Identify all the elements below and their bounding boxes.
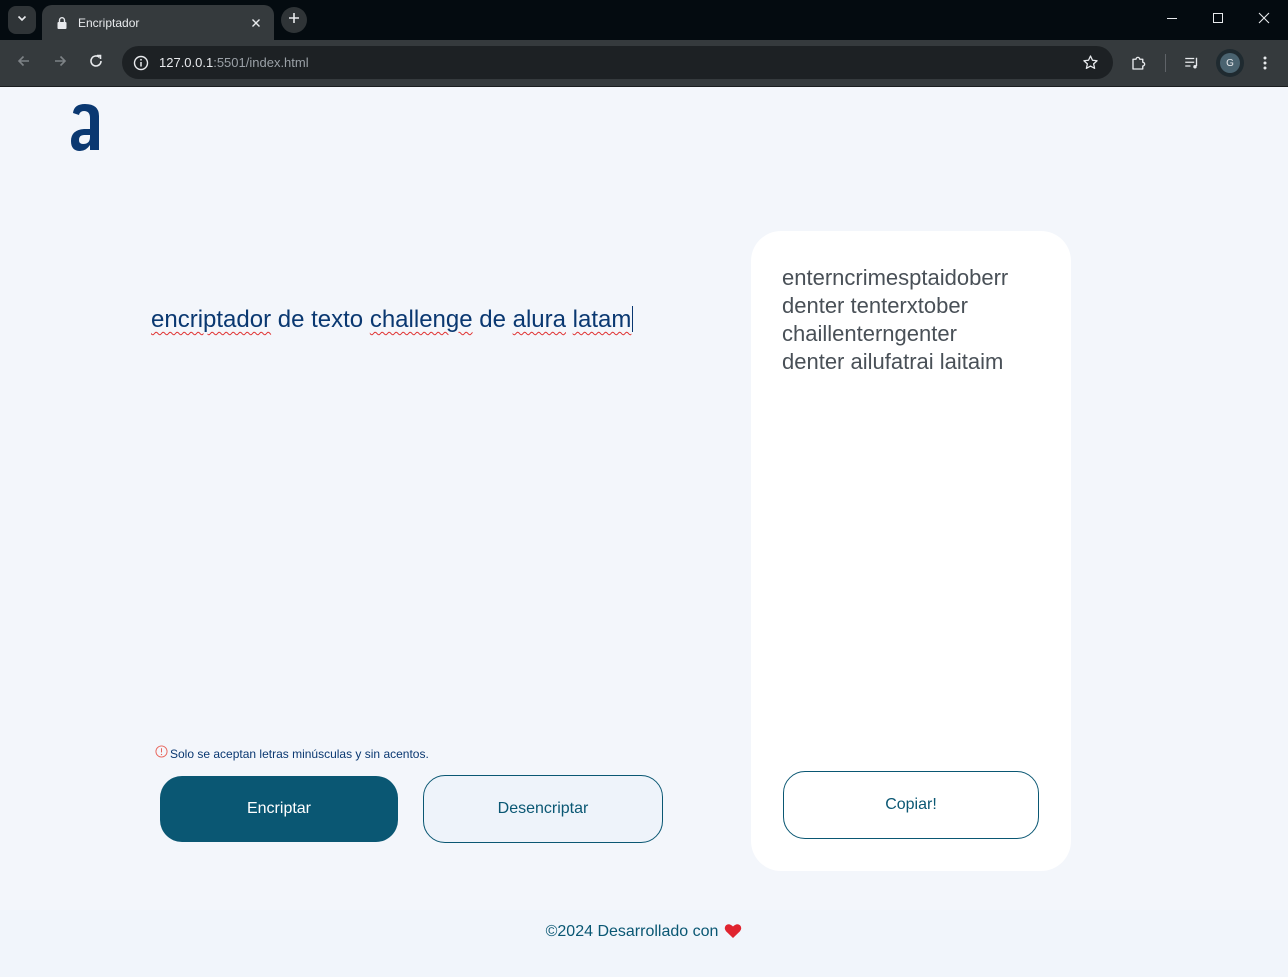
tab-search-button[interactable] <box>8 6 36 34</box>
chevron-down-icon <box>16 11 28 29</box>
plus-icon <box>288 11 300 29</box>
input-word: de <box>277 306 305 333</box>
arrow-right-icon <box>52 53 68 74</box>
result-line: denter tenterxtober <box>782 293 968 318</box>
input-word: alura <box>512 306 566 333</box>
url-host: 127.0.0.1 <box>159 55 214 70</box>
footer-text: ©2024 Desarrollado con <box>546 923 743 941</box>
result-line: chaillenterngenter <box>782 321 957 346</box>
close-icon[interactable] <box>248 15 264 31</box>
result-line: enterncrimesptaidoberr <box>782 265 1009 290</box>
star-icon[interactable] <box>1081 53 1099 71</box>
maximize-button[interactable] <box>1195 0 1241 40</box>
reload-icon <box>88 53 104 74</box>
browser-tab[interactable]: Encriptador <box>42 5 274 40</box>
profile-avatar[interactable]: G <box>1216 49 1244 77</box>
input-word: texto <box>311 306 364 333</box>
copy-button[interactable]: Copiar! <box>783 771 1039 839</box>
url-path: :5501/index.html <box>213 55 309 70</box>
text-input[interactable]: encriptador de texto challenge de alura … <box>151 306 634 334</box>
close-window-button[interactable] <box>1241 0 1287 40</box>
back-button[interactable] <box>10 49 38 77</box>
toolbar-separator <box>1165 54 1166 72</box>
alert-circle-icon <box>154 744 168 758</box>
kebab-menu-icon[interactable] <box>1253 51 1277 75</box>
encrypt-button[interactable]: Encriptar <box>160 776 398 842</box>
url-text: 127.0.0.1:5501/index.html <box>159 55 309 70</box>
result-line: denter ailufatrai laitaim <box>782 349 1004 374</box>
browser-titlebar: Encriptador <box>0 0 1288 40</box>
input-word: challenge <box>369 306 473 333</box>
close-icon <box>1258 11 1270 29</box>
forward-button[interactable] <box>46 49 74 77</box>
info-icon[interactable] <box>132 54 150 72</box>
hint-text: Solo se aceptan letras minúsculas y sin … <box>170 747 429 761</box>
address-bar[interactable]: 127.0.0.1:5501/index.html <box>122 46 1113 79</box>
page-edge <box>0 86 1288 87</box>
decrypt-button[interactable]: Desencriptar <box>423 775 663 843</box>
heart-icon <box>724 923 742 939</box>
text-caret <box>632 306 634 332</box>
result-text: enterncrimesptaidoberr denter tenterxtob… <box>782 264 1042 376</box>
minimize-button[interactable] <box>1149 0 1195 40</box>
result-card: enterncrimesptaidoberr denter tenterxtob… <box>751 231 1071 871</box>
minimize-icon <box>1166 11 1178 29</box>
input-hint: Solo se aceptan letras minúsculas y sin … <box>154 741 429 761</box>
tab-title: Encriptador <box>78 15 140 30</box>
media-queue-icon[interactable] <box>1180 51 1204 75</box>
puzzle-icon[interactable] <box>1127 51 1151 75</box>
reload-button[interactable] <box>82 49 110 77</box>
input-word: encriptador <box>151 306 272 333</box>
footer-label: ©2024 Desarrollado con <box>545 923 719 940</box>
maximize-icon <box>1212 11 1224 29</box>
footer: ©2024 Desarrollado con <box>0 910 1288 977</box>
new-tab-button[interactable] <box>281 7 307 33</box>
avatar-letter: G <box>1220 53 1240 73</box>
browser-toolbar: 127.0.0.1:5501/index.html G <box>0 40 1288 86</box>
lock-icon <box>54 15 70 31</box>
input-word: de <box>479 306 506 333</box>
alura-logo <box>71 104 99 151</box>
input-word: latam <box>572 306 632 333</box>
arrow-left-icon <box>16 53 32 74</box>
